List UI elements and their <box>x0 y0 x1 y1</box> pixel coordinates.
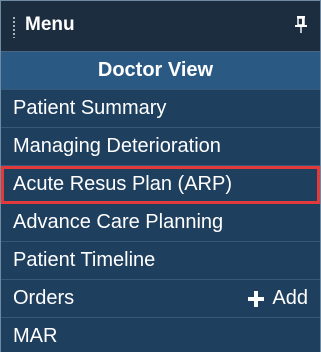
plus-icon <box>248 290 265 307</box>
menu-item-acute-resus-plan[interactable]: Acute Resus Plan (ARP) <box>1 166 320 204</box>
drag-grip-icon[interactable] <box>12 16 16 38</box>
menu-list: Doctor View Patient Summary Managing Det… <box>1 52 320 352</box>
menu-item-label: Patient Timeline <box>13 249 156 271</box>
pin-icon[interactable] <box>295 15 307 33</box>
menu-header: Menu <box>1 1 320 52</box>
menu-item-label: MAR <box>13 325 58 347</box>
menu-item-label: Patient Summary <box>13 97 167 119</box>
menu-item-patient-summary[interactable]: Patient Summary <box>1 90 320 128</box>
menu-item-orders[interactable]: Orders Add <box>1 280 320 318</box>
menu-item-managing-deterioration[interactable]: Managing Deterioration <box>1 128 320 166</box>
menu-item-label: Acute Resus Plan (ARP) <box>13 173 232 195</box>
add-label: Add <box>272 287 308 309</box>
menu-item-label: Advance Care Planning <box>13 211 224 233</box>
menu-item-patient-timeline[interactable]: Patient Timeline <box>1 242 320 280</box>
menu-item-label: Doctor View <box>97 59 214 81</box>
menu-panel: Menu Doctor View Patient Summary Managin… <box>0 0 321 352</box>
menu-item-label: Managing Deterioration <box>13 135 221 157</box>
menu-item-label: Orders <box>13 287 75 309</box>
menu-item-doctor-view[interactable]: Doctor View <box>1 52 320 90</box>
menu-title: Menu <box>25 14 75 35</box>
menu-item-advance-care-planning[interactable]: Advance Care Planning <box>1 204 320 242</box>
menu-item-mar[interactable]: MAR <box>1 318 320 352</box>
orders-add-button[interactable]: Add <box>248 280 308 317</box>
